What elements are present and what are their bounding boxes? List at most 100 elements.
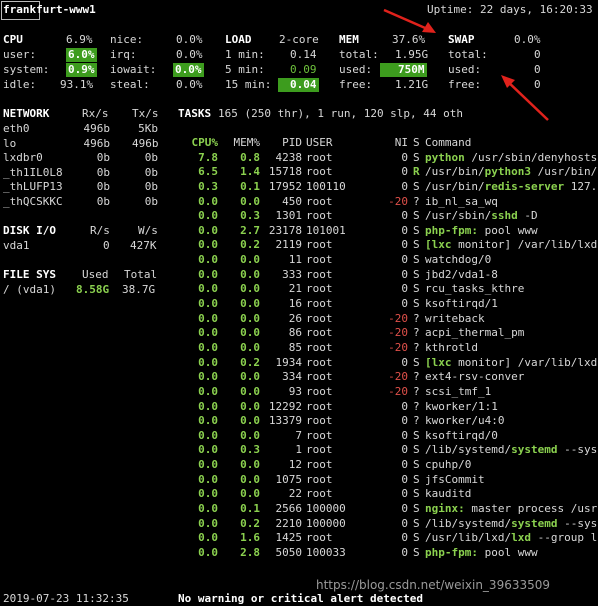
process-nice: -20: [388, 194, 408, 208]
command-path: /usr/lib/lxd/: [425, 531, 512, 545]
network-label: NETWORK: [3, 107, 50, 120]
process-row[interactable]: 0.3 0.1 17952 100110 0 S/usr/bin/redis-server…: [176, 180, 597, 195]
cpu-idle-value: 93.1%: [60, 78, 94, 91]
process-mem: 0.2: [240, 355, 260, 369]
process-state: S: [413, 238, 420, 252]
process-row[interactable]: 7.8 0.8 4238 root 0 Spython /usr/sbin/denyhos…: [176, 151, 597, 166]
process-row[interactable]: 0.0 0.0 22 root 0 Skauditd: [176, 487, 597, 502]
col-command-header[interactable]: Command: [425, 136, 597, 151]
watermark: https://blog.csdn.net/weixin_39633509: [316, 578, 551, 592]
process-cpu: 0.0: [198, 267, 218, 281]
process-row[interactable]: 0.0 0.0 86 root -20? acpi_thermal_pm: [176, 326, 597, 341]
process-row[interactable]: 0.0 0.0 85 root -20? kthrotld: [176, 341, 597, 356]
col-user-header[interactable]: USER: [302, 136, 378, 151]
swap-free-key: free:: [448, 78, 482, 91]
process-cpu: 0.0: [198, 340, 218, 354]
command-program: php-fpm:: [425, 545, 478, 559]
process-row[interactable]: 0.0 0.0 12292 root 0? kworker/1:1: [176, 400, 597, 415]
disk-label: DISK I/O: [3, 224, 56, 237]
process-row[interactable]: 0.0 0.0 1075 root 0 SjfsCommit: [176, 473, 597, 488]
process-row[interactable]: 0.0 0.0 450 root -20? ib_nl_sa_wq: [176, 195, 597, 210]
process-cpu: 0.0: [198, 297, 218, 311]
process-state: ?: [413, 194, 420, 208]
process-mem: 0.1: [240, 179, 260, 193]
net-iface-tx: 0b: [144, 151, 158, 165]
command-path: /usr/bin/: [425, 165, 485, 179]
process-row[interactable]: 0.0 0.0 26 root -20? writeback: [176, 312, 597, 327]
process-row[interactable]: 0.0 0.0 16 root 0 Sksoftirqd/1: [176, 297, 597, 312]
process-nice: 0: [401, 487, 408, 501]
process-command: /lib/systemd/systemd --sys: [425, 517, 597, 532]
command-path: rcu_tasks_kthre: [425, 282, 525, 296]
process-pid: 12: [288, 458, 302, 472]
process-row[interactable]: 0.0 2.8 5050 100033 0 Sphp-fpm: pool www: [176, 546, 597, 561]
process-row[interactable]: 0.0 0.3 1 root 0 S/lib/systemd/systemd --sys: [176, 443, 597, 458]
net-iface-name: _thQCSKKC: [3, 195, 63, 208]
process-command: scsi_tmf_1: [425, 385, 597, 400]
uptime: Uptime: 22 days, 16:20:33: [427, 3, 593, 16]
process-user: root: [306, 165, 333, 179]
process-row[interactable]: 0.0 0.0 334 root -20? ext4-rsv-conver: [176, 370, 597, 385]
tasks-summary: 165 (250 thr), 1 run, 120 slp, 44 oth: [218, 107, 464, 120]
process-cpu: 0.0: [198, 209, 218, 223]
process-command: [lxc monitor] /var/lib/lxd: [425, 356, 597, 371]
process-nice: -20: [388, 326, 408, 340]
process-mem: 0.0: [240, 267, 260, 281]
process-mem: 0.1: [240, 502, 260, 516]
process-row[interactable]: 0.0 0.0 21 root 0 Srcu_tasks_kthre: [176, 282, 597, 297]
command-args: /usr/sbin/denyhosts: [464, 150, 598, 164]
process-row[interactable]: 0.0 0.0 93 root -20? scsi_tmf_1: [176, 385, 597, 400]
process-user: root: [306, 399, 333, 413]
filesys-row-total: 38.7G: [122, 283, 156, 296]
col-ni-header[interactable]: NI: [378, 136, 408, 151]
process-row[interactable]: 0.0 1.6 1425 root 0 S/usr/lib/lxd/lxd --group…: [176, 531, 597, 546]
process-nice: 0: [401, 209, 408, 223]
process-row[interactable]: 0.0 2.7 23178 101001 0 Sphp-fpm: pool www: [176, 224, 597, 239]
process-state: S: [413, 545, 420, 559]
cpu-system-key: system:: [3, 63, 50, 76]
process-mem: 1.4: [240, 165, 260, 179]
process-state: S: [413, 472, 420, 486]
process-row[interactable]: 0.0 0.0 333 root 0 Sjbd2/vda1-8: [176, 268, 597, 283]
process-state: S: [413, 502, 420, 516]
col-mem-header[interactable]: MEM%: [218, 136, 261, 151]
col-cpu-header[interactable]: CPU%: [176, 136, 219, 151]
process-command: kworker/1:1: [425, 400, 597, 415]
process-mem: 0.0: [240, 428, 260, 442]
process-row[interactable]: 6.5 1.4 15718 root 0 R/usr/bin/python3 /usr/b…: [176, 165, 597, 180]
process-row[interactable]: 0.0 0.2 2119 root 0 S [lxc monitor] /var/lib/l…: [176, 238, 597, 253]
process-command: watchdog/0: [425, 253, 597, 268]
process-cpu: 0.0: [198, 428, 218, 442]
disk-read-header: R/s: [90, 224, 110, 237]
col-state-header[interactable]: S: [408, 136, 425, 151]
process-row[interactable]: 0.0 0.0 7 root 0 Sksoftirqd/0: [176, 429, 597, 444]
col-pid-header[interactable]: PID: [260, 136, 302, 151]
process-pid: 1301: [275, 209, 303, 223]
command-path: ksoftirqd/0: [425, 428, 498, 442]
process-user: root: [306, 282, 333, 296]
load-label: LOAD: [225, 33, 252, 46]
process-nice: 0: [401, 355, 408, 369]
process-cpu: 0.0: [198, 253, 218, 267]
load-cores: 2-core: [279, 33, 319, 46]
process-row[interactable]: 0.0 0.0 12 root 0 Scpuhp/0: [176, 458, 597, 473]
filesys-row-used: 8.58G: [76, 283, 110, 296]
process-row[interactable]: 0.0 0.1 2566 100000 0 Snginx: master process …: [176, 502, 597, 517]
process-row[interactable]: 0.0 0.0 13379 root 0? kworker/u4:0: [176, 414, 597, 429]
process-nice: 0: [401, 414, 408, 428]
process-cpu: 0.0: [198, 370, 218, 384]
process-pid: 93: [288, 384, 302, 398]
process-table: CPU% MEM% PID USER NI S Command 7.8 0.8 42…: [176, 136, 598, 561]
process-row[interactable]: 0.0 0.3 1301 root 0 S/usr/sbin/sshd -D: [176, 209, 597, 224]
process-row[interactable]: 0.0 0.2 2210 100000 0 S/lib/systemd/systemd -…: [176, 517, 597, 532]
net-iface-rx: 0b: [96, 195, 110, 208]
process-nice: 0: [401, 531, 408, 545]
process-row[interactable]: 0.0 0.0 11 root 0 Swatchdog/0: [176, 253, 597, 268]
process-state: S: [413, 179, 420, 193]
command-path: kauditd: [425, 487, 472, 501]
command-path: scsi_tmf_1: [425, 384, 492, 398]
cpu-idle-key: idle:: [3, 78, 37, 91]
command-args: pool www: [477, 545, 538, 559]
net-iface-rx: 0b: [96, 180, 110, 194]
process-row[interactable]: 0.0 0.2 1934 root 0 S [lxc monitor] /var/lib/l…: [176, 356, 597, 371]
